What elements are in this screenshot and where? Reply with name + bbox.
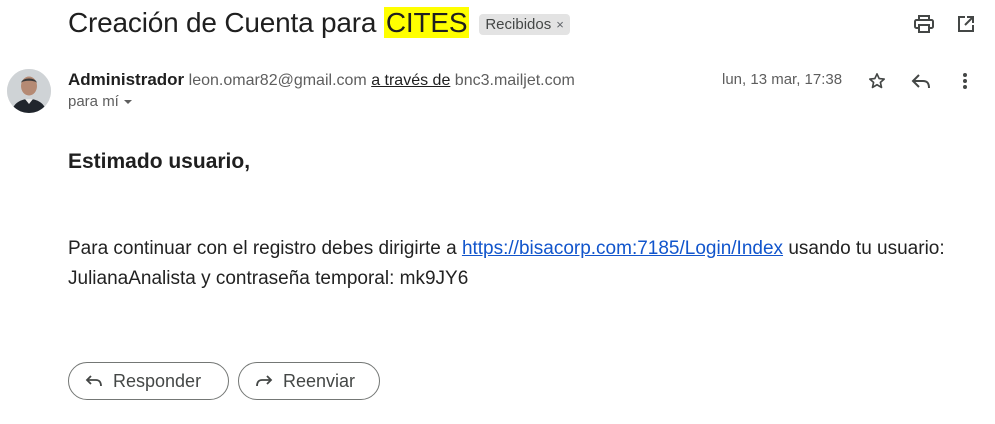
label-chip-inbox: Recibidos ×: [479, 13, 570, 35]
label-chip-text: Recibidos: [485, 15, 552, 33]
sender-line: Administrador leon.omar82@gmail.com a tr…: [68, 70, 575, 90]
caret-down-icon: [123, 99, 132, 104]
reply-icon[interactable]: [910, 70, 932, 92]
subject-prefix: Creación de Cuenta para: [68, 7, 377, 38]
via-domain: bnc3.mailjet.com: [454, 72, 575, 89]
subject-highlight: CITES: [383, 7, 470, 38]
open-in-new-icon[interactable]: [955, 13, 977, 35]
email-body: Para continuar con el registro debes dir…: [68, 234, 983, 294]
reply-button[interactable]: Responder: [68, 362, 229, 400]
forward-button-label: Reenviar: [283, 370, 356, 391]
reply-button-label: Responder: [113, 370, 202, 391]
recipient-label: para mí: [68, 93, 119, 110]
sender-email: leon.omar82@gmail.com: [188, 72, 367, 89]
forward-icon: [256, 375, 273, 387]
forward-button[interactable]: Reenviar: [238, 362, 380, 400]
sender-name[interactable]: Administrador: [68, 70, 184, 89]
email-subject: Creación de Cuenta para CITES Recibidos …: [68, 2, 570, 44]
avatar[interactable]: [7, 69, 51, 113]
remove-label-button[interactable]: ×: [556, 17, 564, 32]
email-greeting: Estimado usuario,: [68, 150, 251, 173]
more-vert-icon[interactable]: [954, 70, 976, 92]
email-date: lun, 13 mar, 17:38: [722, 71, 843, 88]
login-link[interactable]: https://bisacorp.com:7185/Login/Index: [462, 238, 783, 259]
message-actions: [866, 70, 976, 92]
thread-actions: [913, 13, 977, 35]
recipient-details-toggle[interactable]: para mí: [68, 93, 133, 110]
reply-icon: [85, 375, 102, 387]
subject-title: Creación de Cuenta para CITES: [68, 7, 470, 39]
body-text-before-link: Para continuar con el registro debes dir…: [68, 238, 457, 259]
via-link[interactable]: a través de: [371, 72, 450, 89]
print-icon[interactable]: [913, 13, 935, 35]
star-icon[interactable]: [866, 70, 888, 92]
